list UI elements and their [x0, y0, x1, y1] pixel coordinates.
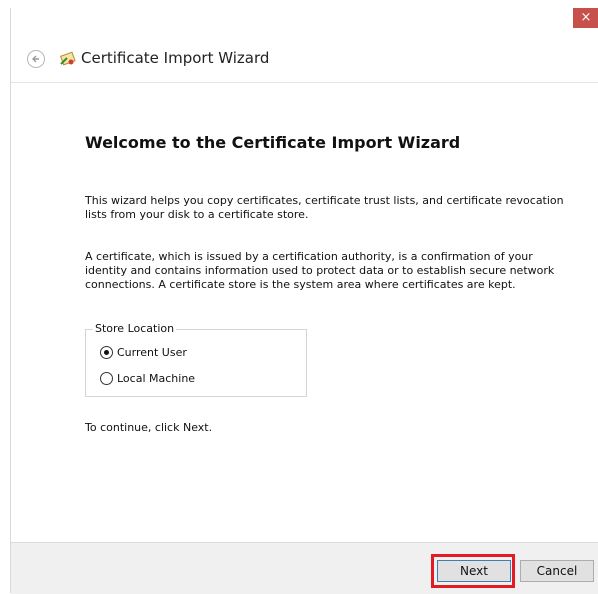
next-button[interactable]: Next	[437, 560, 511, 582]
store-location-label: Store Location	[93, 322, 177, 335]
radio-current-user[interactable]: Current User	[100, 346, 187, 359]
radio-label: Local Machine	[117, 372, 196, 385]
continue-text: To continue, click Next.	[85, 421, 213, 434]
description-text: A certificate, which is issued by a cert…	[85, 250, 555, 291]
radio-label: Current User	[117, 346, 187, 359]
certificate-icon	[60, 51, 76, 66]
radio-button[interactable]	[100, 372, 113, 385]
intro-text: This wizard helps you copy certificates,…	[85, 194, 564, 221]
back-arrow-icon	[32, 55, 39, 63]
wizard-title: Certificate Import Wizard	[81, 49, 270, 67]
wizard-footer: Next Cancel	[11, 542, 598, 594]
cancel-button[interactable]: Cancel	[520, 560, 594, 582]
title-bar: ×	[11, 8, 598, 40]
radio-button-checked[interactable]	[100, 346, 113, 359]
wizard-window: × Certificate Import Wizard Welcome to t…	[10, 8, 598, 594]
close-button[interactable]: ×	[573, 8, 598, 28]
radio-local-machine[interactable]: Local Machine	[100, 372, 195, 385]
store-location-group: Store Location Current User Local Machin…	[85, 322, 307, 397]
wizard-header: Certificate Import Wizard	[11, 40, 598, 82]
close-icon: ×	[580, 10, 592, 25]
wizard-content: Welcome to the Certificate Import Wizard…	[11, 82, 598, 551]
page-heading: Welcome to the Certificate Import Wizard	[85, 133, 461, 152]
back-button[interactable]	[27, 50, 45, 68]
